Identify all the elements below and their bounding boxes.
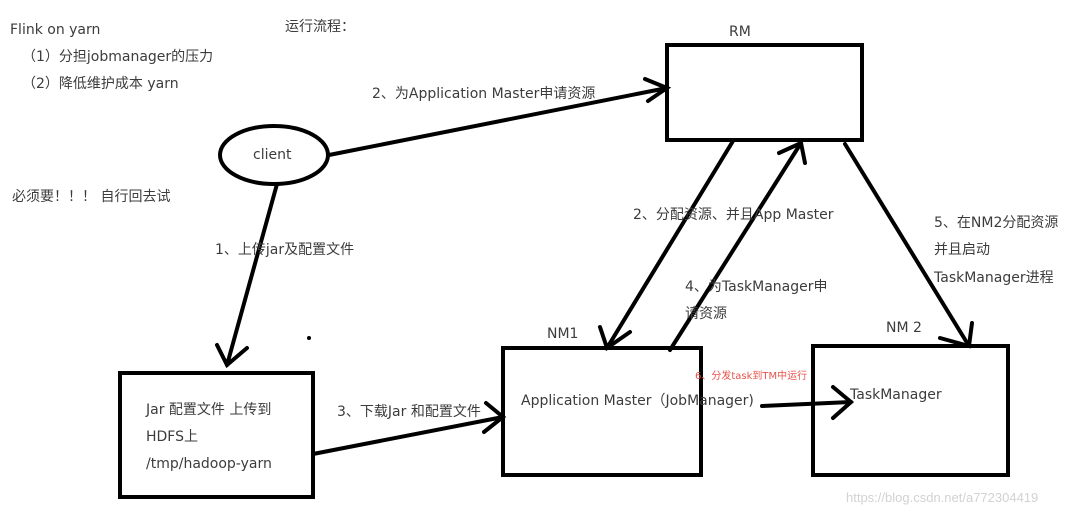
step1-label: 1、上传jar及配置文件 <box>215 242 355 258</box>
flow-heading: 运行流程： <box>285 19 355 35</box>
hdfs-label-line1: Jar 配置文件 上传到 <box>146 402 272 418</box>
task-manager-label: TaskManager <box>850 387 942 403</box>
rm-label: RM <box>729 24 751 40</box>
hdfs-label-line2: HDFS上 <box>146 429 199 445</box>
notes-point-2: （2）降低维护成本 yarn <box>22 76 179 92</box>
step4-label-line1: 4、为TaskManager申 <box>685 279 828 295</box>
notes-must-try: 必须要！！！ 自行回去试 <box>12 189 171 205</box>
client-label: client <box>253 147 292 163</box>
app-master-label: Application Master（JobManager) <box>521 393 754 409</box>
notes-title: Flink on yarn <box>10 22 101 38</box>
hdfs-label-line3: /tmp/hadoop-yarn <box>146 456 272 472</box>
step5-label-line3: TaskManager进程 <box>934 270 1054 286</box>
notes-point-1: （1）分担jobmanager的压力 <box>22 49 214 65</box>
step2-request-label: 2、为Application Master申请资源 <box>372 86 596 102</box>
step4-label-line2: 请资源 <box>685 306 727 322</box>
nm2-label: NM 2 <box>886 320 922 336</box>
watermark: https://blog.csdn.net/a772304419 <box>846 490 1039 505</box>
step2-allocate-label: 2、分配资源、并且App Master <box>633 207 834 223</box>
step5-label-line2: 并且启动 <box>934 242 990 258</box>
step6-label: 6、分发task到TM中运行 <box>695 371 808 382</box>
step3-label: 3、下载Jar 和配置文件 <box>337 404 481 420</box>
nm1-label: NM1 <box>547 326 579 342</box>
step5-label-line1: 5、在NM2分配资源 <box>934 215 1059 231</box>
stray-dot <box>307 336 311 340</box>
arrow-step6 <box>760 385 855 420</box>
arrow-step1 <box>215 182 279 369</box>
nm1-node[interactable] <box>501 346 703 477</box>
rm-node[interactable] <box>665 43 864 142</box>
